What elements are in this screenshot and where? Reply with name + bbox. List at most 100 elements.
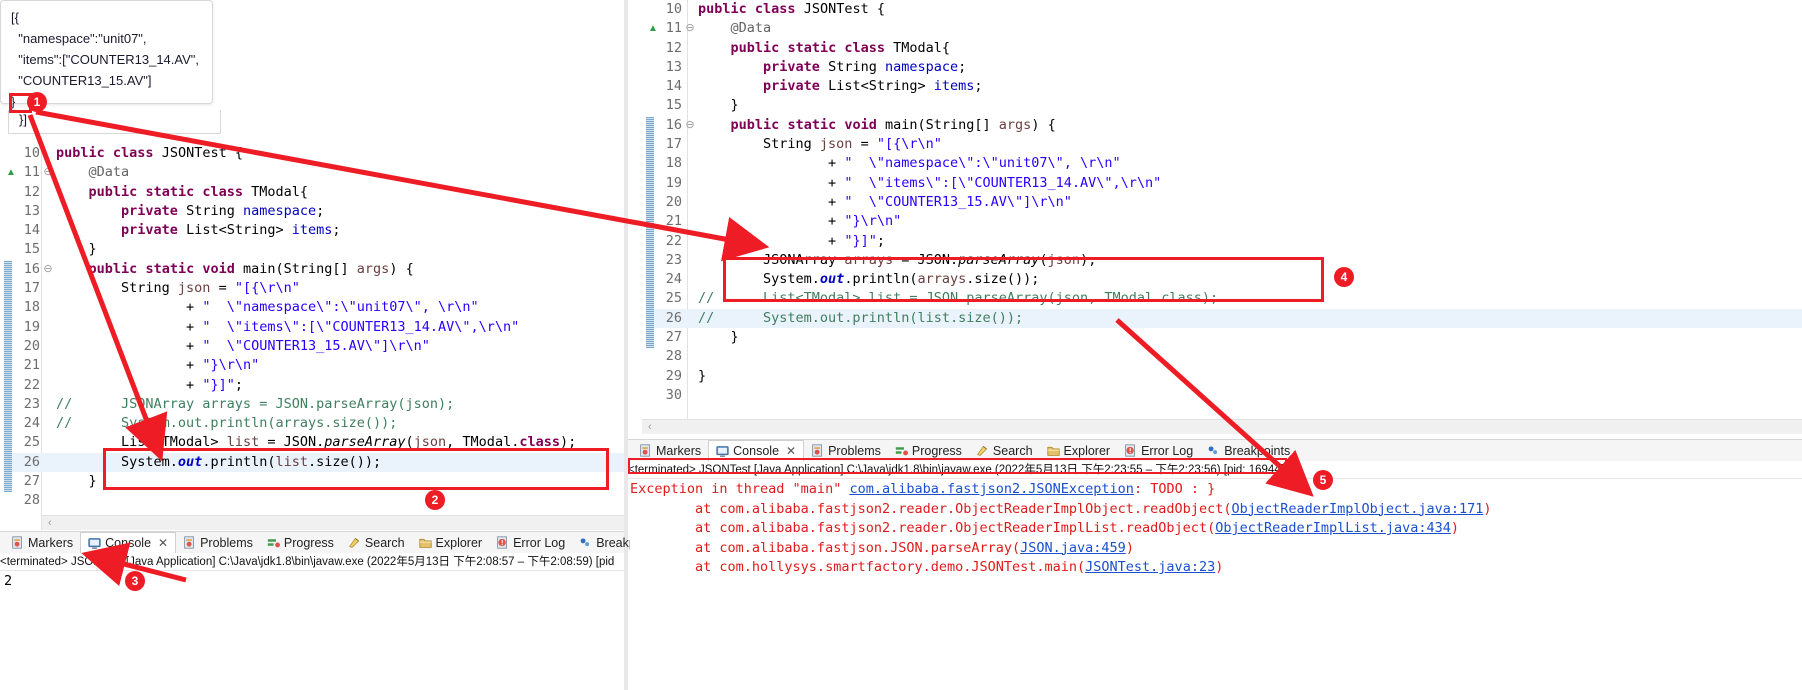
change-ribbon — [4, 260, 12, 493]
view-tab-explorer[interactable]: Explorer — [412, 532, 490, 554]
code-line[interactable]: 19 + " \"items\":[\"COUNTER13_14.AV\",\r… — [4, 318, 624, 337]
line-number: 14 — [23, 222, 40, 239]
code-line[interactable]: 19 + " \"items\":[\"COUNTER13_14.AV\",\r… — [646, 174, 1802, 193]
stack-trace-link[interactable]: ObjectReaderImplObject.java:171 — [1231, 501, 1483, 517]
view-tab-label: Explorer — [1063, 443, 1111, 458]
left-editor-hscrollbar[interactable]: ‹ — [42, 515, 624, 530]
code-line[interactable]: 16 ⊖ public static void main(String[] arg… — [4, 260, 624, 279]
code-line[interactable]: 12 public static class TModal{ — [4, 183, 624, 202]
line-number: 30 — [665, 386, 682, 403]
right-editor-lines[interactable]: 10 public class JSONTest {▲ 11 ⊖ @Data 12 pu… — [628, 0, 1802, 405]
code-line[interactable]: 22 + "}]"; — [4, 376, 624, 395]
line-number: 10 — [23, 145, 40, 161]
code-text: public class JSONTest { — [698, 1, 885, 17]
code-line[interactable]: ▲ 11 ⊖ @Data — [4, 163, 624, 182]
json-line: "namespace":"unit07", — [11, 31, 147, 46]
view-tab-problems[interactable]: Problems — [176, 532, 260, 554]
close-icon[interactable]: ✕ — [786, 444, 796, 458]
code-line[interactable]: 13 private String namespace; — [646, 58, 1802, 77]
code-line[interactable]: 17 String json = "[{\r\n" — [646, 135, 1802, 154]
code-line[interactable]: 16 ⊖ public static void main(String[] arg… — [646, 116, 1802, 135]
code-line[interactable]: 15 } — [646, 96, 1802, 115]
code-line[interactable]: 10 public class JSONTest { — [4, 144, 624, 163]
right-editor-hscrollbar[interactable]: ‹ — [642, 419, 1802, 434]
stack-trace-line: at com.alibaba.fastjson2.reader.ObjectRe… — [630, 519, 1800, 539]
line-number: 15 — [23, 241, 40, 258]
code-line[interactable]: 15 } — [4, 240, 624, 259]
view-tab-label: Search — [992, 443, 1033, 458]
stack-trace-link[interactable]: JSONTest.java:23 — [1085, 559, 1215, 575]
code-text: + " \"items\":[\"COUNTER13_14.AV\",\r\n" — [56, 318, 520, 335]
stack-trace-text: ) — [1125, 539, 1134, 556]
code-line[interactable]: 28 — [4, 491, 624, 510]
breakpoints-icon — [1207, 444, 1220, 457]
view-tab-label: Progress — [283, 535, 334, 550]
fold-marker[interactable]: ⊖ — [684, 19, 696, 38]
json-preview-tail: }] — [8, 110, 221, 134]
code-line[interactable]: 23// JSONArray arrays = JSON.parseArray(… — [4, 395, 624, 414]
stack-trace-text: : TODO : } — [1133, 481, 1216, 497]
code-line[interactable]: 26// System.out.println(list.size()); — [646, 308, 1802, 329]
search-icon — [348, 536, 361, 549]
code-line[interactable]: 20 + " \"COUNTER13_15.AV\"]\r\n" — [4, 337, 624, 356]
code-line[interactable]: 29} — [646, 367, 1802, 386]
line-number: 13 — [23, 202, 40, 219]
code-line[interactable]: 27 } — [646, 328, 1802, 347]
view-tab-search[interactable]: Search — [341, 532, 412, 554]
code-line[interactable]: ▲ 11 ⊖ @Data — [646, 19, 1802, 38]
code-line[interactable]: 20 + " \"COUNTER13_15.AV\"]\r\n" — [646, 193, 1802, 212]
problems-icon — [183, 536, 196, 549]
json-preview-popup: [{ "namespace":"unit07", "items":["COUNT… — [0, 0, 213, 109]
stack-trace-line: at com.alibaba.fastjson.JSON.parseArray(… — [630, 539, 1800, 559]
code-line[interactable]: 13 private String namespace; — [4, 202, 624, 221]
stack-trace-text: ) — [1215, 559, 1224, 575]
code-text: public static void main(String[] args) { — [88, 260, 414, 277]
left-view-tabbar[interactable]: Markers Console ✕ Problems Progress Search Exp… — [0, 531, 662, 554]
view-tab-progress[interactable]: Progress — [260, 532, 341, 554]
code-line[interactable]: 14 private List<String> items; — [646, 77, 1802, 96]
fold-marker[interactable]: ⊖ — [42, 260, 54, 279]
code-text: + "}\r\n" — [56, 357, 260, 374]
close-icon[interactable]: ✕ — [158, 536, 168, 550]
code-text: public class JSONTest { — [56, 145, 243, 161]
console-icon — [716, 445, 729, 458]
annotation-badge-1: 1 — [27, 92, 47, 112]
code-line[interactable]: 17 String json = "[{\r\n" — [4, 279, 624, 298]
code-text: + "}\r\n" — [698, 213, 902, 230]
code-line[interactable]: 22 + "}]"; — [646, 232, 1802, 251]
view-tab-console[interactable]: Console ✕ — [80, 531, 177, 554]
progress-icon — [895, 444, 908, 457]
code-line[interactable]: 12 public static class TModal{ — [646, 39, 1802, 58]
code-line[interactable]: 18 + " \"namespace\":\"unit07\", \r\n" — [646, 154, 1802, 173]
annotation-badge-5: 5 — [1313, 470, 1333, 490]
code-line[interactable]: 21 + "}\r\n" — [4, 356, 624, 375]
fold-marker[interactable]: ⊖ — [42, 163, 54, 182]
stack-trace-link[interactable]: ObjectReaderImplList.java:434 — [1215, 520, 1451, 536]
error-log-icon — [1124, 444, 1137, 457]
stack-trace-line: at com.hollysys.smartfactory.demo.JSONTe… — [630, 558, 1800, 578]
fold-marker[interactable]: ⊖ — [684, 116, 696, 135]
code-line[interactable]: 18 + " \"namespace\":\"unit07\", \r\n" — [4, 298, 624, 317]
stack-trace-line: at com.alibaba.fastjson2.reader.ObjectRe… — [630, 500, 1800, 520]
code-text: String json = "[{\r\n" — [698, 136, 942, 153]
console-icon — [88, 537, 101, 550]
code-line[interactable]: 14 private List<String> items; — [4, 221, 624, 240]
code-line[interactable]: 21 + "}\r\n" — [646, 212, 1802, 231]
annotation-box-4 — [723, 257, 1324, 302]
stack-trace-link[interactable]: com.alibaba.fastjson2.JSONException — [849, 481, 1133, 497]
code-line[interactable]: 10 public class JSONTest { — [646, 0, 1802, 19]
view-tab-error-log[interactable]: Error Log — [489, 532, 572, 554]
stack-trace-link[interactable]: JSON.java:459 — [1020, 540, 1126, 556]
markers-icon — [11, 536, 24, 549]
markers-icon — [639, 444, 652, 457]
code-line[interactable]: 30 — [646, 386, 1802, 405]
right-console-output: Exception in thread "main" com.alibaba.f… — [630, 480, 1800, 680]
view-tab-label: Error Log — [1141, 443, 1194, 458]
search-icon — [976, 444, 989, 457]
view-tab-markers[interactable]: Markers — [4, 532, 80, 554]
code-line[interactable]: 28 — [646, 347, 1802, 366]
stack-trace-text: ) — [1483, 500, 1492, 517]
code-line[interactable]: 24// System.out.println(arrays.size()); — [4, 414, 624, 433]
right-code-editor[interactable]: 10 public class JSONTest {▲ 11 ⊖ @Data 12 pu… — [628, 0, 1802, 434]
code-text: + " \"COUNTER13_15.AV\"]\r\n" — [56, 337, 430, 354]
